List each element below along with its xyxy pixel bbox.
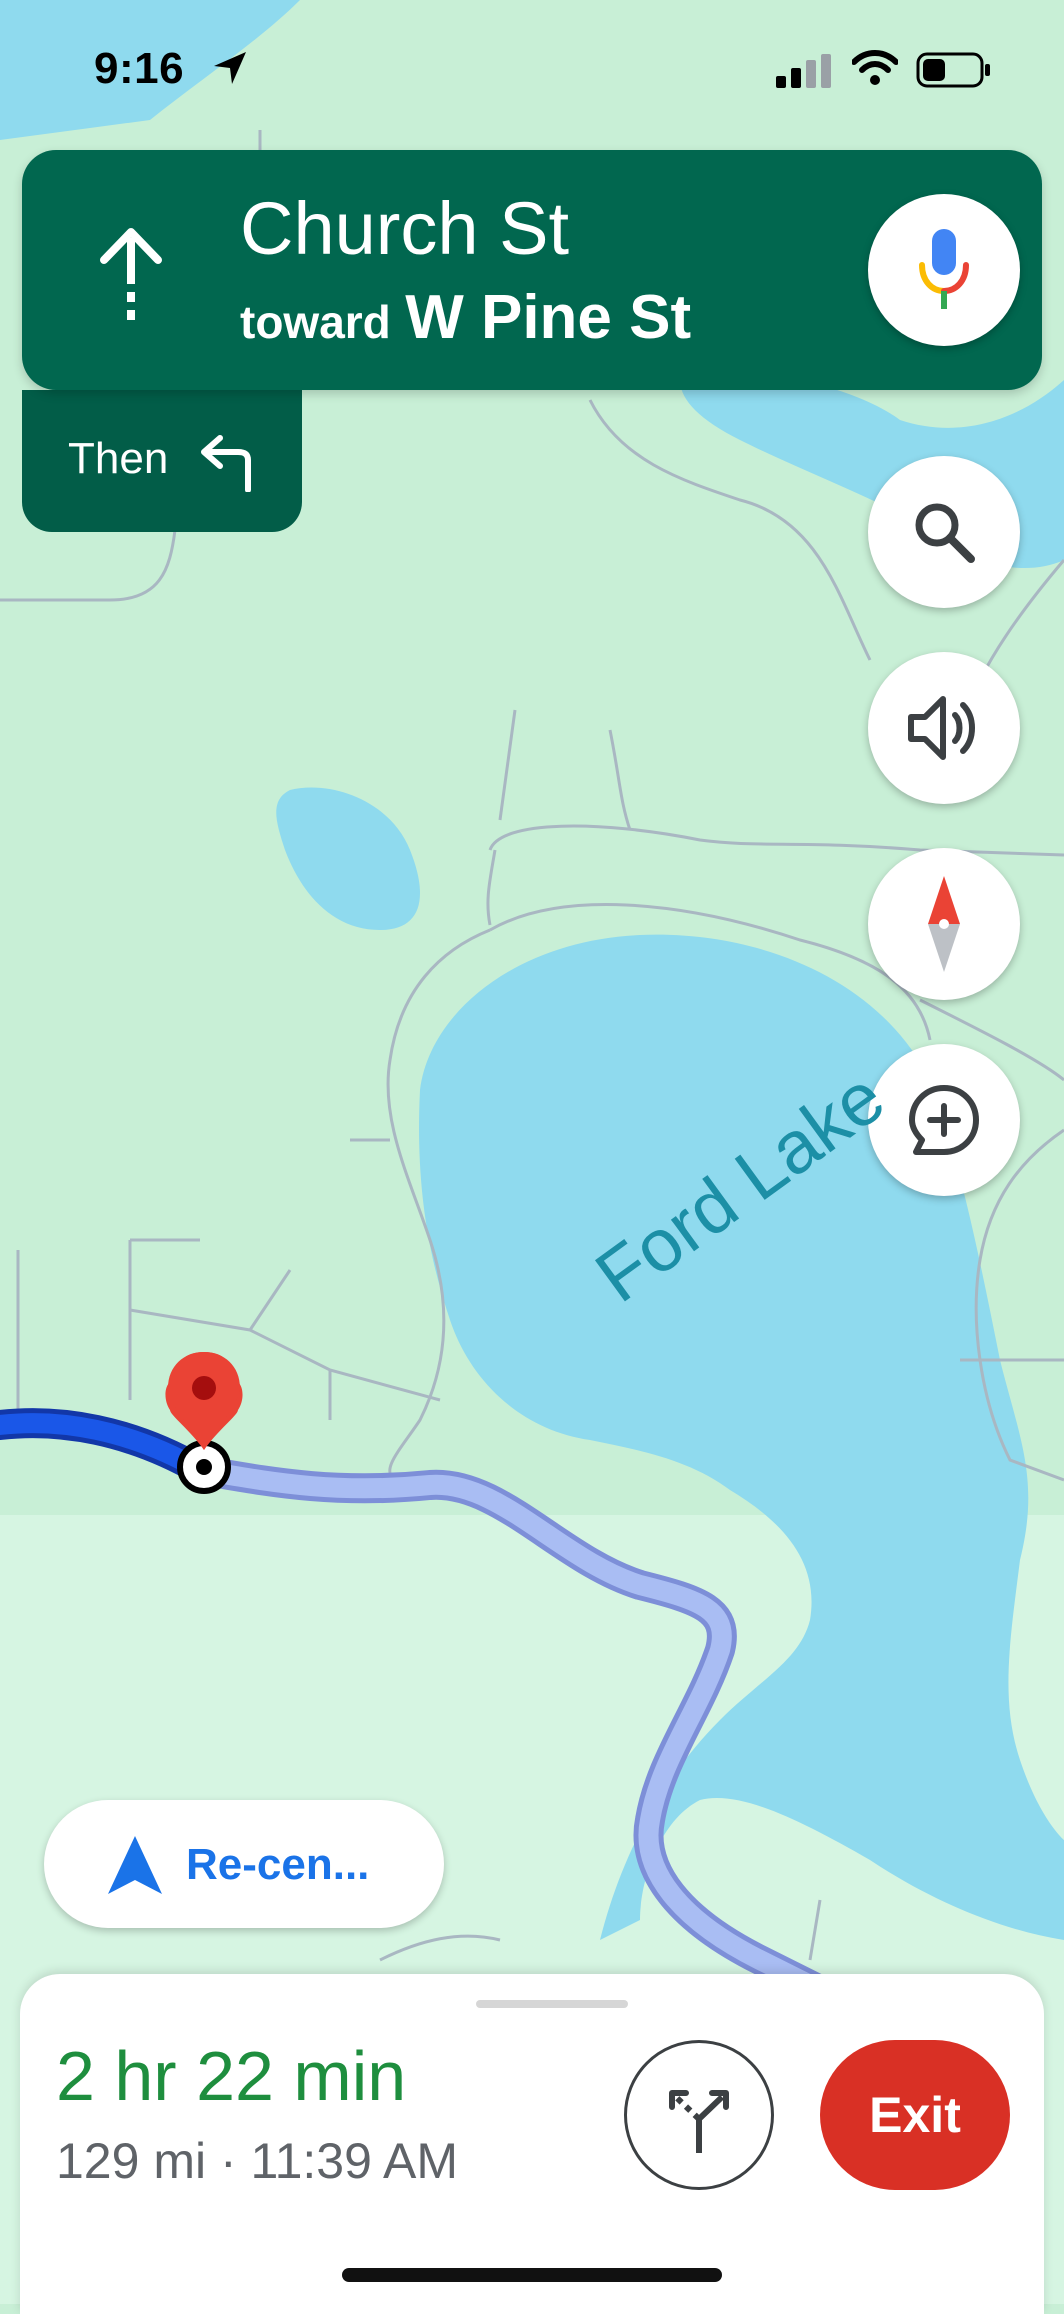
search-button[interactable] xyxy=(868,456,1020,608)
add-report-icon xyxy=(909,1085,979,1155)
speaker-icon xyxy=(908,696,975,760)
voice-search-button[interactable] xyxy=(868,194,1020,346)
status-time: 9:16 xyxy=(94,44,185,93)
wifi-icon xyxy=(852,50,898,85)
location-arrow-icon xyxy=(214,52,246,84)
cellular-signal-icon xyxy=(776,54,831,88)
home-indicator[interactable] xyxy=(342,2268,722,2282)
exit-button[interactable]: Exit xyxy=(820,2040,1010,2190)
compass-button[interactable] xyxy=(868,848,1020,1000)
turn-left-icon xyxy=(201,435,251,492)
toward-label: toward xyxy=(240,296,391,348)
recenter-label: Re-cen... xyxy=(186,1840,370,1889)
battery-icon xyxy=(916,52,990,88)
then-label: Then xyxy=(68,434,169,483)
straight-arrow-icon xyxy=(100,228,162,320)
toward-street: W Pine St xyxy=(405,283,692,352)
recenter-button[interactable]: Re-cen... xyxy=(44,1800,444,1928)
eta-details: 129 mi · 11:39 AM xyxy=(56,2133,459,2189)
street-name: Church St xyxy=(240,187,570,270)
compass-icon xyxy=(928,876,960,972)
eta-duration: 2 hr 22 min xyxy=(56,2037,407,2115)
sheet-handle[interactable] xyxy=(476,2000,628,2008)
sound-button[interactable] xyxy=(868,652,1020,804)
alternate-routes-icon xyxy=(669,2090,729,2153)
microphone-icon xyxy=(919,229,969,309)
search-icon xyxy=(915,503,975,563)
navigation-arrow-icon xyxy=(108,1836,162,1894)
toward-line: toward W Pine St xyxy=(240,282,691,353)
alternate-routes-button[interactable] xyxy=(624,2040,774,2190)
